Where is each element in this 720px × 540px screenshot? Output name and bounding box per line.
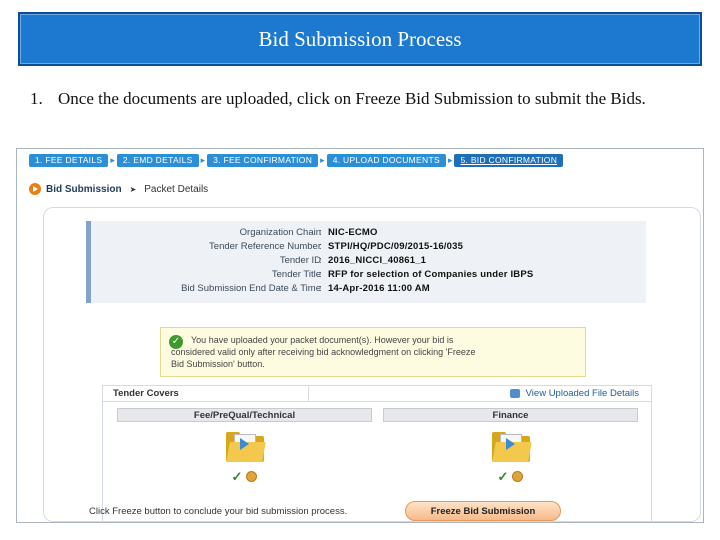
info-value: 2016_NICCI_40861_1 <box>328 255 427 266</box>
checkmark-icon: ✓ <box>231 469 243 484</box>
info-value: 14-Apr-2016 11:00 AM <box>328 283 430 294</box>
wizard-step-fee-details[interactable]: 1. FEE DETAILS <box>29 153 109 167</box>
wizard-step-bid-confirmation[interactable]: 5. BID CONFIRMATION <box>454 153 564 167</box>
info-row-tender-reference: Tender Reference Number : STPI/HQ/PDC/09… <box>209 241 464 252</box>
chevron-right-icon: ▸ <box>320 154 325 165</box>
wizard-step-fee-confirmation[interactable]: 3. FEE CONFIRMATION <box>207 153 319 167</box>
breadcrumb: Bid Submission ➤ Packet Details <box>29 183 208 195</box>
freeze-bid-submission-button[interactable]: Freeze Bid Submission <box>405 501 561 521</box>
slide-title: Bid Submission Process <box>258 26 462 51</box>
packet-details-panel: Organization Chain : NIC-ECMO Tender Ref… <box>43 207 701 522</box>
info-label: Tender Title <box>271 269 321 280</box>
folder-upload-icon[interactable] <box>491 432 532 462</box>
tender-covers: Tender Covers View Uploaded File Details… <box>102 385 652 522</box>
tender-info-box: Organization Chain : NIC-ECMO Tender Ref… <box>86 221 646 303</box>
cover-title: Finance <box>383 408 638 422</box>
instruction-step: 1. Once the documents are uploaded, clic… <box>30 88 700 110</box>
play-icon <box>29 183 41 195</box>
info-row-tender-title: Tender Title : RFP for selection of Comp… <box>271 269 534 280</box>
wizard-step-upload-documents[interactable]: 4. UPLOAD DOCUMENTS <box>326 153 446 167</box>
settings-icon[interactable] <box>512 471 524 482</box>
folder-upload-icon[interactable] <box>225 432 266 462</box>
wizard-step-emd-details[interactable]: 2. EMD DETAILS <box>116 153 199 167</box>
covers-header: Tender Covers View Uploaded File Details <box>103 386 651 402</box>
breadcrumb-root[interactable]: Bid Submission <box>46 184 122 195</box>
step-text: Once the documents are uploaded, click o… <box>58 89 646 108</box>
slide-title-banner: Bid Submission Process <box>18 12 702 66</box>
breadcrumb-current: Packet Details <box>144 183 209 195</box>
covers-title: Tender Covers <box>113 388 179 399</box>
settings-icon[interactable] <box>246 471 258 482</box>
upload-notice: ✓ You have uploaded your packet document… <box>160 327 586 377</box>
chevron-right-icon: ▸ <box>110 154 115 165</box>
wizard-steps: 1. FEE DETAILS ▸ 2. EMD DETAILS ▸ 3. FEE… <box>17 149 703 171</box>
info-row-bid-end-date: Bid Submission End Date & Time : 14-Apr-… <box>181 283 430 294</box>
info-value: NIC-ECMO <box>328 227 378 238</box>
notice-line-2: considered valid only after receiving bi… <box>171 347 476 357</box>
info-row-tender-id: Tender ID : 2016_NICCI_40861_1 <box>279 255 427 266</box>
info-label: Bid Submission End Date & Time <box>181 283 321 294</box>
info-value: STPI/HQ/PDC/09/2015-16/035 <box>328 241 464 252</box>
info-row-organization-chain: Organization Chain : NIC-ECMO <box>239 227 378 238</box>
file-details-icon <box>509 389 520 398</box>
embedded-screenshot: 1. FEE DETAILS ▸ 2. EMD DETAILS ▸ 3. FEE… <box>16 148 704 523</box>
chevron-right-icon: ▸ <box>447 154 453 165</box>
view-uploaded-files-label: View Uploaded File Details <box>525 388 639 399</box>
check-circle-icon: ✓ <box>169 335 183 349</box>
chevron-right-icon: ▸ <box>200 154 206 165</box>
checkmark-icon: ✓ <box>497 469 509 484</box>
info-value: RFP for selection of Companies under IBP… <box>328 269 534 280</box>
cover-title: Fee/PreQual/Technical <box>117 408 372 422</box>
freeze-instruction: Click Freeze button to conclude your bid… <box>89 506 348 517</box>
info-label: Organization Chain <box>239 227 321 238</box>
notice-line-1: You have uploaded your packet document(s… <box>191 335 454 345</box>
arrow-right-icon: ➤ <box>129 184 137 194</box>
info-label: Tender Reference Number <box>209 241 321 252</box>
view-uploaded-files-link[interactable]: View Uploaded File Details <box>509 388 639 399</box>
step-number: 1. <box>30 89 43 108</box>
info-label: Tender ID <box>279 255 321 266</box>
notice-line-3: Bid Submission' button. <box>171 359 265 369</box>
